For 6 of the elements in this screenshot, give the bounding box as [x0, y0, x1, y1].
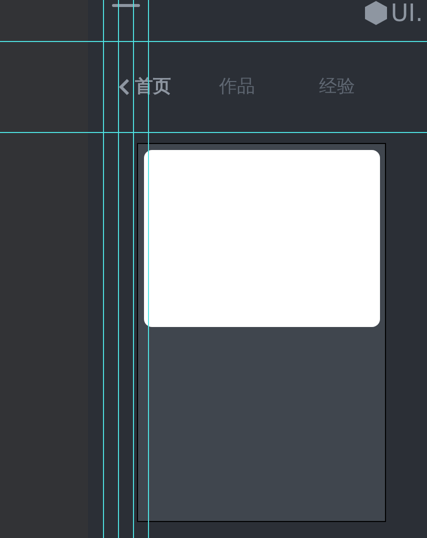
- menu-icon[interactable]: [112, 4, 140, 7]
- logo-text: UI.: [390, 1, 423, 25]
- nav-tab[interactable]: 经验: [319, 73, 355, 100]
- nav-tab[interactable]: 作品: [219, 73, 255, 100]
- hexagon-logo-icon: [364, 1, 387, 25]
- back-chevron-icon[interactable]: [118, 78, 130, 96]
